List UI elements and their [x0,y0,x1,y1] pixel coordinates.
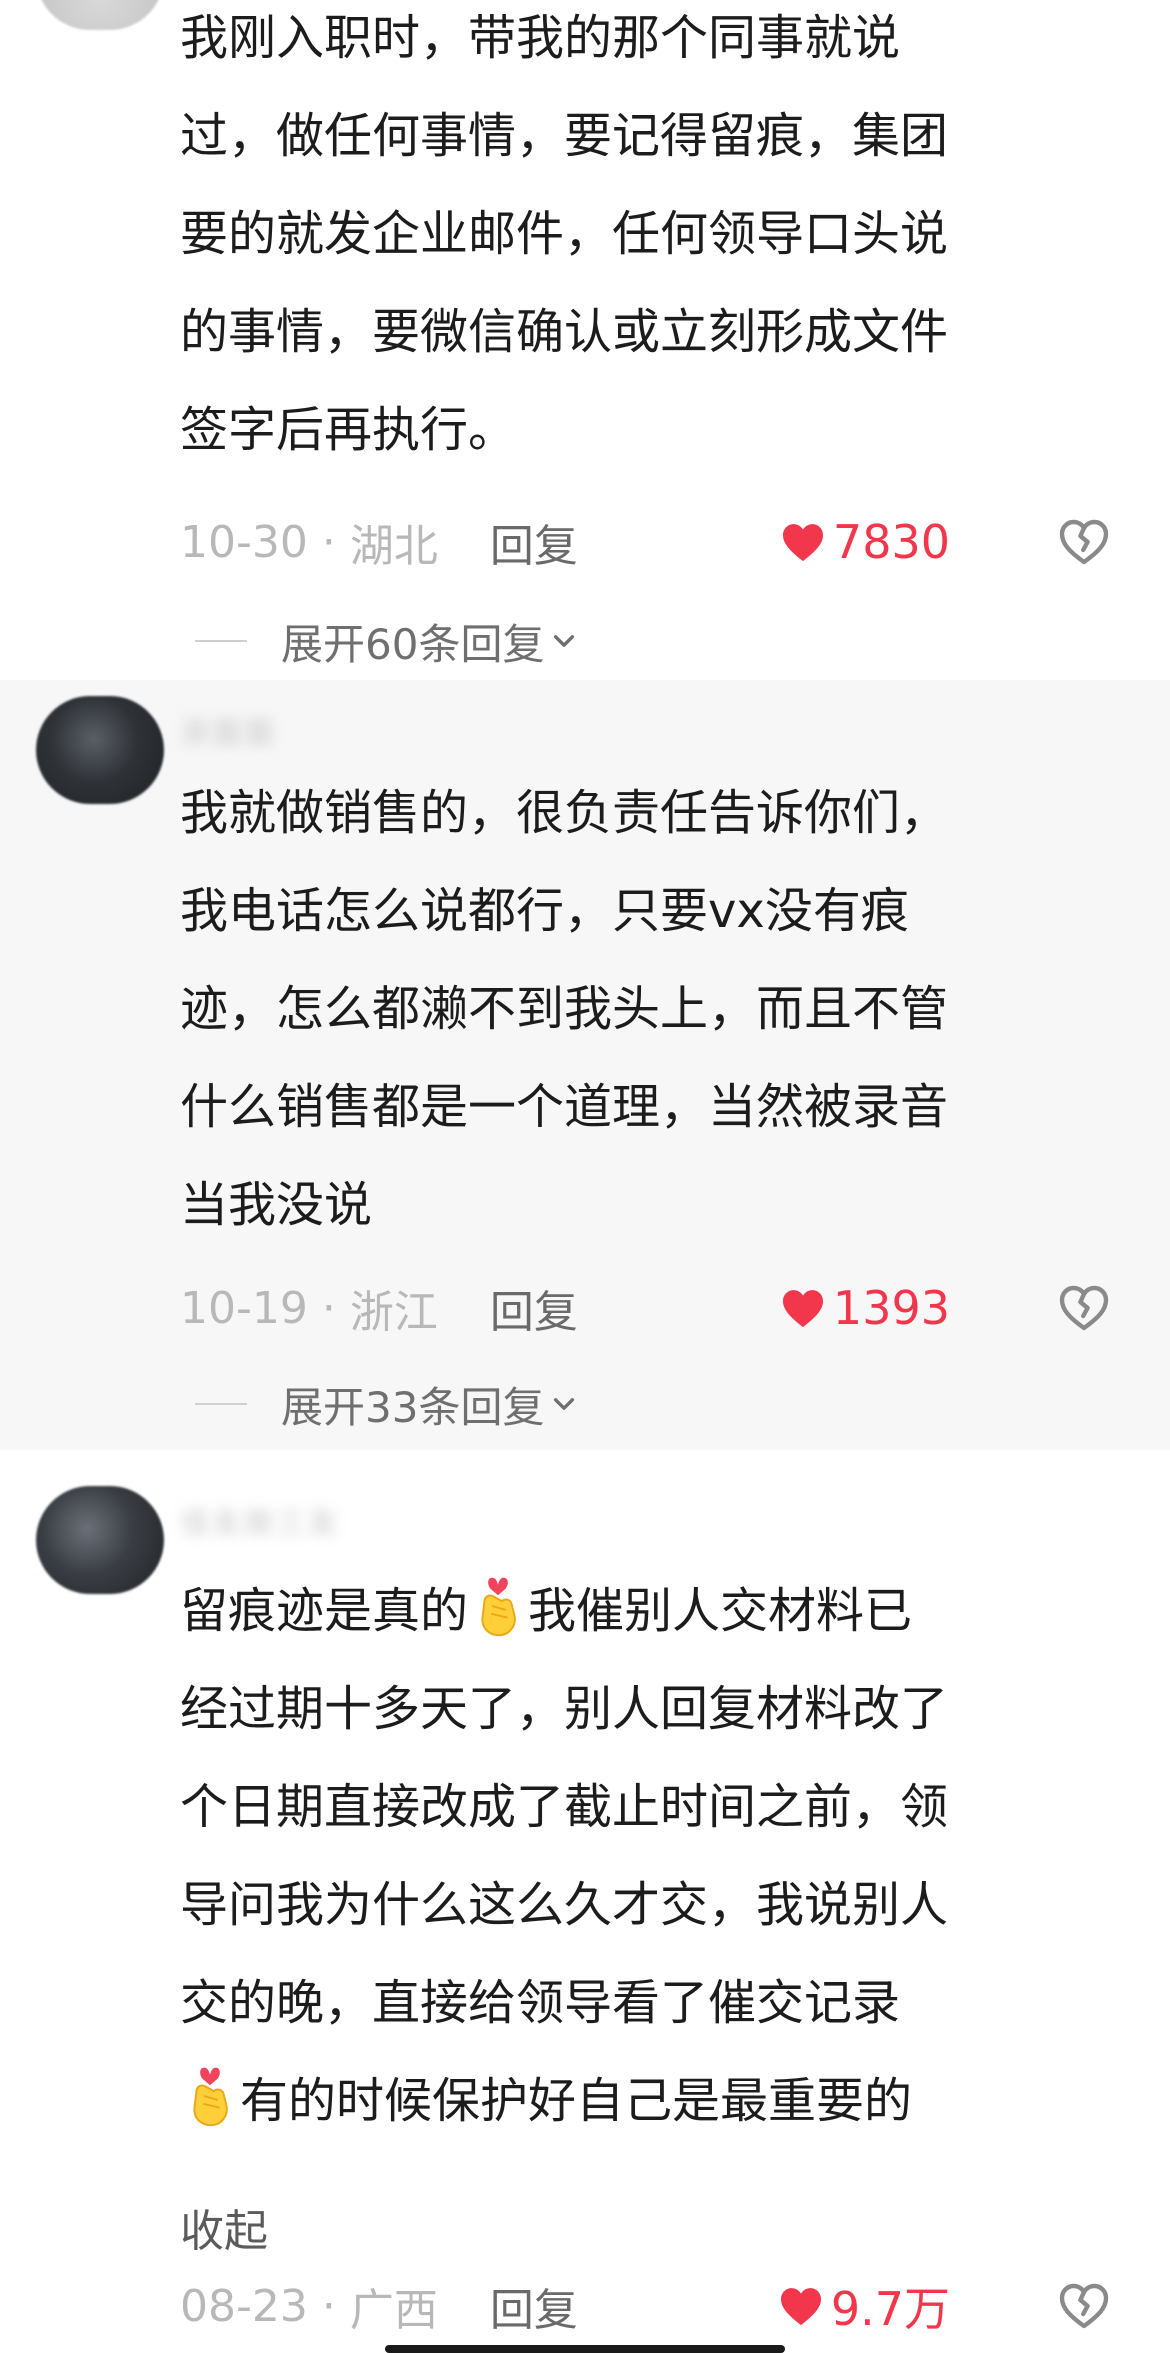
expand-replies-label: 展开60条回复 [281,619,545,669]
comment-date: 10-19 [180,1282,308,1334]
content-line: 个日期直接改成了截止时间之前，领 [180,1779,949,1835]
reply-button[interactable]: 回复 [490,510,578,574]
content-line: 过，做任何事情，要记得留痕，集团 [180,108,949,164]
like-count: 7830 [832,515,950,569]
reply-button[interactable]: 回复 [490,2274,578,2338]
content-line: 迹，怎么都濑不到我头上，而且不管 [180,981,949,1037]
comment-region: 广西 [349,2285,438,2336]
meta-separator: · [321,1282,336,1334]
home-indicator[interactable] [385,2345,785,2353]
comment-3: 佳友故三友 留痕迹是真的 我催别人交材料已 经过期十多天了，别人回复材料改了 个日… [0,1450,1170,2353]
dislike-button[interactable] [1058,2280,1110,2332]
heart-filled-icon [780,2288,821,2326]
comment-content: 留痕迹是真的 我催别人交材料已 经过期十多天了，别人回复材料改了 个日期直接改成了… [180,1562,1110,2150]
divider-dash [195,640,247,642]
comment-meta: 10-30 · 湖北 回复 7830 [180,512,1110,572]
chevron-down-icon [554,1398,575,1410]
content-text: 我催别人交材料已 [528,1583,913,1639]
reply-button[interactable]: 回复 [490,1276,578,1340]
broken-heart-outline-icon [1059,2283,1109,2329]
content-line: 签字后再执行。 [180,402,517,458]
like-button[interactable]: 7830 [781,515,950,569]
content-text: 有的时候保护好自己是最重要的 [240,2073,913,2129]
like-count: 9.7万 [830,2282,950,2336]
content-line: 当我没说 [180,1177,373,1233]
comment-region: 浙江 [349,1287,438,1338]
comment-region: 湖北 [349,521,438,572]
content-line: 有的时候保护好自己是最重要的 [180,2052,1110,2150]
comment-username[interactable]: 浙面面 [180,708,440,751]
content-line: 要的就发企业邮件，任何领导口头说 [180,206,949,262]
comment-meta: 10-19 · 浙江 回复 1393 [180,1278,1110,1338]
meta-separator: · [321,2280,336,2332]
like-button[interactable]: 9.7万 [779,2273,950,2339]
content-line: 留痕迹是真的 我催别人交材料已 [180,1562,1110,1660]
content-line: 导问我为什么这么久才交，我说别人 [180,1877,949,1933]
divider-dash [195,1403,247,1405]
expand-replies-button[interactable]: 展开60条回复 [195,611,578,671]
comment-date: 08-23 [180,2280,308,2332]
dislike-button[interactable] [1058,1282,1110,1334]
comment-username[interactable]: 佳友故三友 [180,1498,440,1541]
avatar[interactable] [36,0,164,30]
collapse-button[interactable]: 收起 [180,2195,268,2259]
broken-heart-outline-icon [1059,519,1109,565]
finger-heart-emoji-icon [180,2061,240,2131]
like-count: 1393 [832,1281,950,1335]
content-text: 留痕迹是真的 [180,1583,469,1639]
comment-date: 10-30 [180,516,308,568]
content-line: 什么销售都是一个道理，当然被录音 [180,1079,949,1135]
dislike-button[interactable] [1058,516,1110,568]
content-line: 的事情，要微信确认或立刻形成文件 [180,304,949,360]
finger-heart-emoji-icon [468,1571,528,1641]
avatar[interactable] [36,696,164,804]
content-line: 交的晚，直接给领导看了催交记录 [180,1975,901,2031]
expand-replies-button[interactable]: 展开33条回复 [195,1374,578,1434]
content-line: 经过期十多天了，别人回复材料改了 [180,1681,949,1737]
comment-meta: 08-23 · 广西 回复 9.7万 [180,2276,1110,2336]
chevron-down-icon [554,635,575,647]
content-line: 我就做销售的，很负责任告诉你们， [180,785,949,841]
like-button[interactable]: 1393 [781,1281,950,1335]
comment-content: 我就做销售的，很负责任告诉你们， 我电话怎么说都行，只要vx没有痕 迹，怎么都濑… [180,764,1110,1254]
broken-heart-outline-icon [1059,1285,1109,1331]
heart-filled-icon [782,1290,823,1328]
content-line: 我刚入职时，带我的那个同事就说 [180,10,901,66]
avatar[interactable] [36,1486,164,1594]
content-line: 我电话怎么说都行，只要vx没有痕 [180,883,909,939]
meta-separator: · [321,516,336,568]
heart-filled-icon [782,524,823,562]
expand-replies-label: 展开33条回复 [281,1382,545,1432]
comment-content: 我刚入职时，带我的那个同事就说 过，做任何事情，要记得留痕，集团 要的就发企业邮… [180,0,1110,479]
comment-1: 我刚入职时，带我的那个同事就说 过，做任何事情，要记得留痕，集团 要的就发企业邮… [0,0,1170,458]
